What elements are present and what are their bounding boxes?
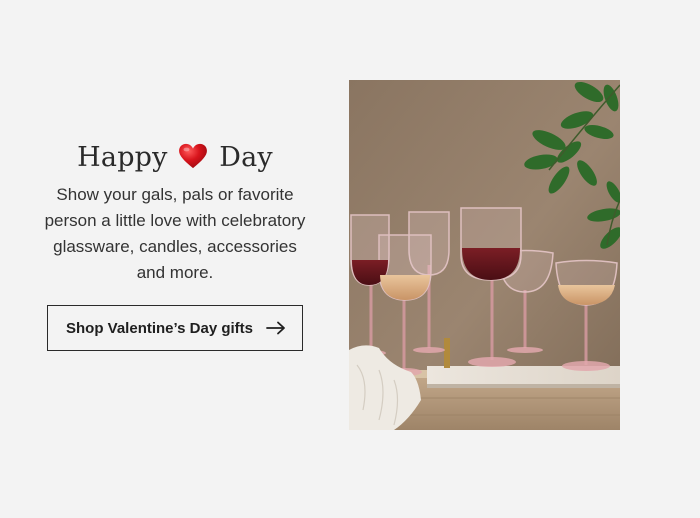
- glassware-scene: [349, 80, 620, 430]
- headline-word-day: Day: [219, 142, 273, 173]
- headline-word-happy: Happy: [77, 142, 168, 173]
- promo-headline: Happy Day: [40, 138, 310, 178]
- shop-valentines-day-gifts-button[interactable]: Shop Valentine’s Day gifts: [47, 305, 303, 351]
- red-heart-icon: [179, 143, 208, 169]
- cta-label: Shop Valentine’s Day gifts: [66, 319, 253, 337]
- glassware-product-photo[interactable]: [349, 80, 620, 430]
- promo-text-block: Happy Day Show your gals, pals or favori…: [40, 138, 310, 286]
- promo-description: Show your gals, pals or favorite person …: [44, 185, 306, 282]
- arrow-right-icon: [266, 321, 285, 335]
